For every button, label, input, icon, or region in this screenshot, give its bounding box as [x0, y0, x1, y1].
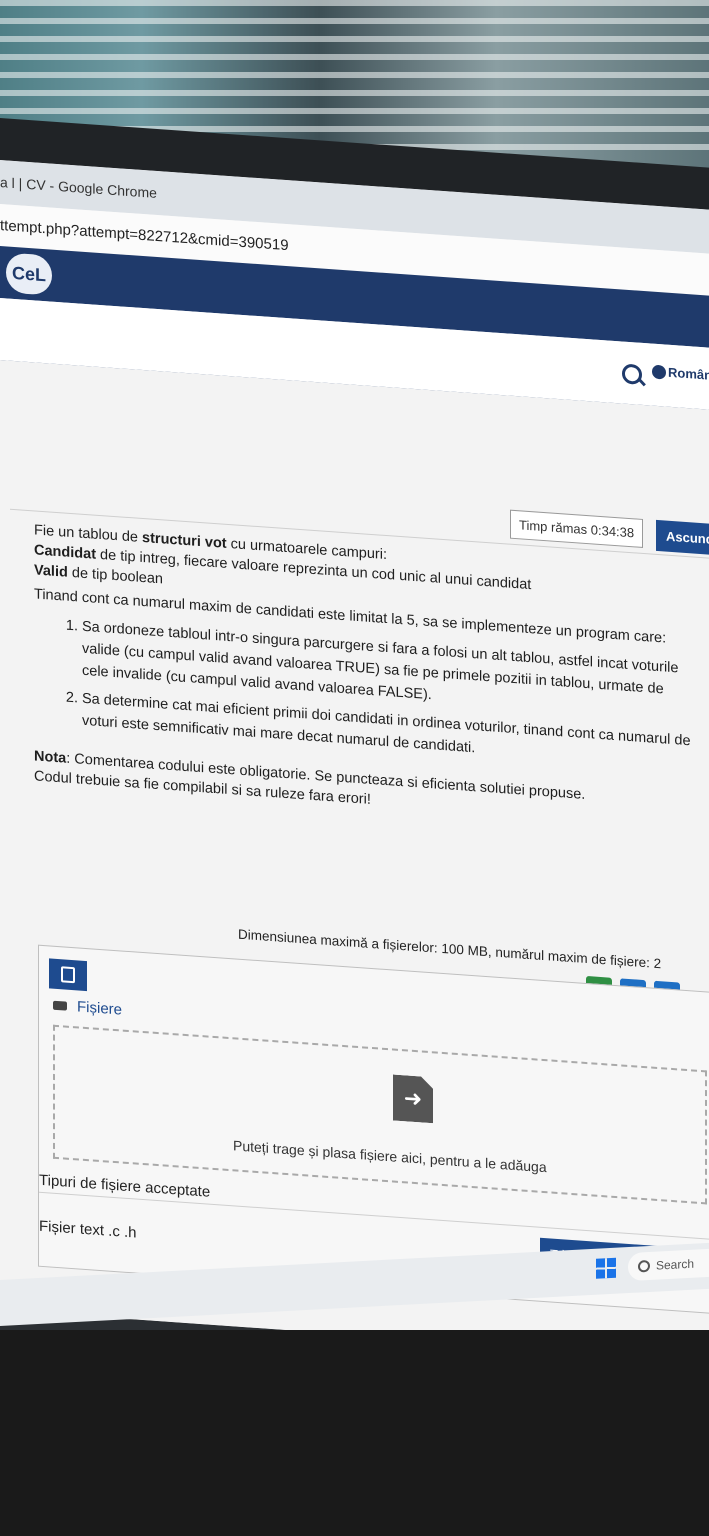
accepted-types: Fișier text .c .h [39, 1217, 137, 1242]
upload-icon: ➜ [393, 1074, 433, 1123]
desk-surface [0, 1330, 709, 1536]
site-logo[interactable]: CeL [6, 252, 52, 296]
taskbar-search[interactable]: Search [628, 1247, 709, 1282]
divider [39, 1191, 709, 1240]
browser-title: a l | CV - Google Chrome [0, 174, 157, 201]
search-icon [638, 1259, 650, 1273]
files-label: Fișiere [77, 998, 123, 1019]
accepted-types-title: Tipuri de fișiere acceptate [39, 1171, 211, 1201]
monitor-screen: a l | CV - Google Chrome ttempt.php?atte… [0, 160, 709, 1360]
page-content: Timp rămas 0:34:38 Ascunde Fie un tablou… [0, 360, 709, 1360]
search-icon[interactable] [622, 363, 642, 385]
language-label: Român [668, 364, 709, 383]
language-menu[interactable]: Român [652, 364, 709, 383]
question-text: Fie un tablou de structuri vot cu urmato… [34, 520, 694, 832]
folder-icon [53, 1000, 67, 1011]
globe-icon [652, 364, 666, 380]
add-file-button[interactable] [49, 958, 87, 992]
time-remaining: Timp rămas 0:34:38 [510, 509, 644, 548]
drop-zone[interactable]: ➜ Puteți trage și plasa fișiere aici, pe… [53, 1024, 707, 1205]
hide-timer-button[interactable]: Ascunde [656, 519, 709, 557]
taskbar-search-label: Search [656, 1256, 695, 1273]
windows-start-icon[interactable] [596, 1257, 616, 1279]
drop-hint: Puteți trage și plasa fișiere aici, pent… [233, 1137, 547, 1176]
files-folder[interactable]: Fișiere [53, 997, 122, 1019]
file-icon [61, 966, 75, 984]
